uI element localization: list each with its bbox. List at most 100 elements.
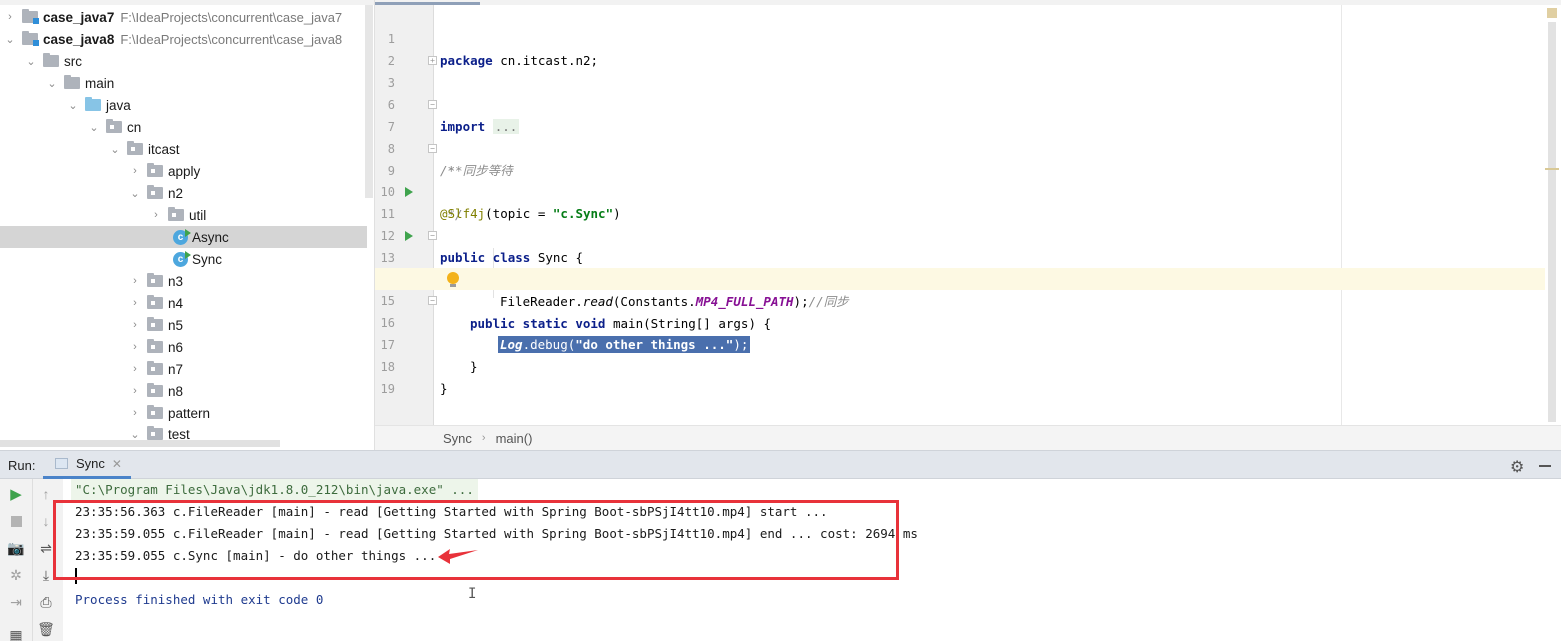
chevron-right-icon[interactable]: › xyxy=(129,358,141,380)
tree-item-case-java8[interactable]: ⌄ case_java8 F:\IdeaProjects\concurrent\… xyxy=(0,28,367,50)
console-icon xyxy=(55,458,68,469)
folder-icon xyxy=(64,75,80,89)
tree-item-cn[interactable]: ⌄ cn xyxy=(0,116,367,138)
module-folder-icon xyxy=(22,9,39,24)
tree-item-main[interactable]: ⌄ main xyxy=(0,72,367,94)
tree-vertical-scrollbar[interactable] xyxy=(365,5,373,198)
tree-item-sync[interactable]: c Sync xyxy=(0,248,367,270)
tree-item-label: pattern xyxy=(168,405,211,421)
tree-item-case-java7[interactable]: › case_java7 F:\IdeaProjects\concurrent\… xyxy=(0,6,367,28)
chevron-down-icon[interactable]: ⌄ xyxy=(25,50,37,72)
tree-item-src[interactable]: ⌄ src xyxy=(0,50,367,72)
breadcrumb-method[interactable]: main() xyxy=(496,431,533,446)
code-line: 12 xyxy=(375,203,1545,243)
chevron-down-icon[interactable]: ⌄ xyxy=(88,116,100,138)
code-line: 9 − */ xyxy=(375,138,1545,222)
tree-item-label: itcast xyxy=(148,141,180,157)
layout-icon[interactable]: ▦ xyxy=(6,625,26,641)
stop-icon[interactable] xyxy=(6,511,26,531)
tree-item-n7[interactable]: › n7 xyxy=(0,358,367,380)
console-command-line: "C:\Program Files\Java\jdk1.8.0_212\bin\… xyxy=(71,479,478,501)
chevron-right-icon[interactable]: › xyxy=(4,6,16,28)
rerun-play-icon[interactable]: ▶ xyxy=(6,484,26,504)
gear-icon[interactable]: ⚙ xyxy=(1510,457,1524,477)
fold-expand-icon[interactable]: + xyxy=(428,56,437,65)
tree-item-label: n5 xyxy=(168,317,184,333)
chevron-down-icon[interactable]: ⌄ xyxy=(109,138,121,160)
chevron-right-icon[interactable]: › xyxy=(129,160,141,182)
chevron-down-icon[interactable]: ⌄ xyxy=(46,72,58,94)
inspection-status-icon[interactable] xyxy=(1547,8,1557,18)
chevron-right-icon[interactable]: › xyxy=(129,292,141,314)
run-main-icon[interactable] xyxy=(405,231,413,241)
package-icon xyxy=(147,273,163,287)
code-editor[interactable]: 1 package cn.itcast.n2; 2 3 + import ...… xyxy=(375,0,1561,450)
close-icon[interactable]: ✕ xyxy=(112,457,122,471)
tree-horizontal-scrollbar[interactable] xyxy=(0,440,280,447)
chevron-right-icon[interactable]: › xyxy=(129,336,141,358)
tree-item-n4[interactable]: › n4 xyxy=(0,292,367,314)
code-line: 8 * 同步等待 xyxy=(375,116,1545,178)
scrollbar-marker[interactable] xyxy=(1545,168,1559,170)
fold-collapse-icon[interactable]: − xyxy=(428,296,437,305)
source-folder-icon xyxy=(85,97,101,111)
minimize-icon[interactable] xyxy=(1539,465,1551,467)
tree-item-label: n2 xyxy=(168,185,184,201)
trash-icon[interactable]: 🗑 xyxy=(36,619,56,639)
tab-sync-run[interactable]: Sync ✕ xyxy=(43,451,131,479)
tree-item-n8[interactable]: › n8 xyxy=(0,380,367,402)
fold-collapse-icon[interactable]: − xyxy=(428,100,437,109)
tree-item-n6[interactable]: › n6 xyxy=(0,336,367,358)
editor-vertical-scrollbar[interactable] xyxy=(1548,22,1556,422)
fold-collapse-icon[interactable]: − xyxy=(428,231,437,240)
code-line: 6 xyxy=(375,72,1545,112)
code-line: 18 } xyxy=(375,334,1545,396)
tree-item-n3[interactable]: › n3 xyxy=(0,270,367,292)
red-arrow-annotation-icon xyxy=(438,549,478,564)
chevron-right-icon[interactable]: › xyxy=(129,402,141,424)
tree-item-apply[interactable]: › apply xyxy=(0,160,367,182)
tree-item-itcast[interactable]: ⌄ itcast xyxy=(0,138,367,160)
tree-item-async[interactable]: c Async xyxy=(0,226,367,248)
debug-settings-icon[interactable]: ✲ xyxy=(6,565,26,585)
chevron-right-icon[interactable]: › xyxy=(129,314,141,336)
tree-item-label: case_java8 xyxy=(43,31,115,47)
code-line: 2 xyxy=(375,28,1545,68)
chevron-down-icon[interactable]: ⌄ xyxy=(67,94,79,116)
package-icon xyxy=(147,295,163,309)
package-icon xyxy=(147,405,163,419)
chevron-down-icon[interactable]: ⌄ xyxy=(129,182,141,204)
tab-label: Sync xyxy=(76,456,105,471)
tree-item-java[interactable]: ⌄ java xyxy=(0,94,367,116)
print-icon[interactable]: ⎙ xyxy=(36,592,56,612)
tree-item-path: F:\IdeaProjects\concurrent\case_java7 xyxy=(120,9,343,25)
camera-icon[interactable]: 📷 xyxy=(6,538,26,558)
breadcrumb-class[interactable]: Sync xyxy=(443,431,472,446)
tree-item-label: n7 xyxy=(168,361,184,377)
code-line: 17 xyxy=(375,312,1545,352)
tree-item-n5[interactable]: › n5 xyxy=(0,314,367,336)
tree-item-path: F:\IdeaProjects\concurrent\case_java8 xyxy=(120,31,343,47)
tree-item-label: main xyxy=(85,75,115,91)
editor-tab-strip xyxy=(375,0,1561,5)
chevron-down-icon[interactable]: ⌄ xyxy=(4,28,16,50)
lightbulb-icon[interactable] xyxy=(447,272,459,287)
package-icon xyxy=(147,163,163,177)
login-icon[interactable]: ⇥ xyxy=(6,592,26,612)
run-panel-title: Run: xyxy=(8,458,36,473)
fold-collapse-icon[interactable]: − xyxy=(428,144,437,153)
line-number: 19 xyxy=(380,382,395,396)
package-icon xyxy=(147,383,163,397)
run-class-icon[interactable] xyxy=(405,187,413,197)
package-icon xyxy=(168,207,184,221)
code-line: 10 @Slf4j(topic = "c.Sync") xyxy=(375,159,1545,221)
tree-item-pattern[interactable]: › pattern xyxy=(0,402,367,424)
highlight-annotation-box xyxy=(53,500,899,580)
code-line: 14 FileReader.read(Constants.MP4_FULL_PA… xyxy=(375,247,1545,309)
chevron-right-icon[interactable]: › xyxy=(129,380,141,402)
tree-item-util[interactable]: › util xyxy=(0,204,367,226)
chevron-right-icon[interactable]: › xyxy=(129,270,141,292)
tree-item-n2[interactable]: ⌄ n2 xyxy=(0,182,367,204)
chevron-right-icon[interactable]: › xyxy=(150,204,162,226)
mouse-ibeam-cursor-icon: I xyxy=(468,586,477,602)
